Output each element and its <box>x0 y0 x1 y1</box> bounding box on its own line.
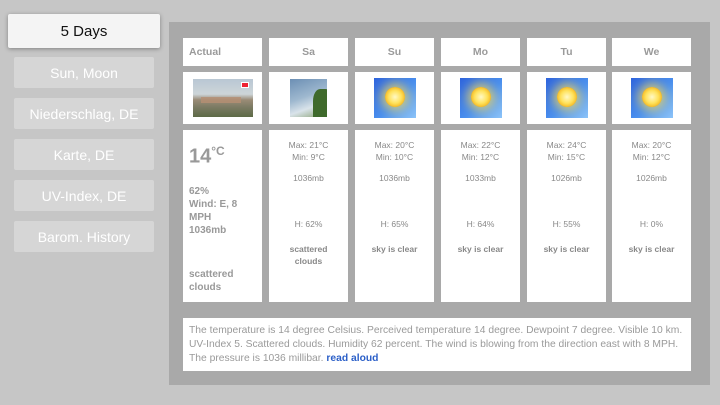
forecast-day-card: Max: 20°C Min: 12°C 1026mb H: 0% sky is c… <box>612 130 691 302</box>
sun-icon <box>545 78 588 118</box>
current-temperature: 14°C <box>189 144 256 169</box>
weather-image-cell <box>527 72 606 124</box>
weather-summary: The temperature is 14 degree Celsius. Pe… <box>183 318 691 371</box>
forecast-humidity: H: 62% <box>294 219 323 229</box>
menu-item-label: UV-Index, DE <box>41 187 127 204</box>
max-temp: Max: 21°C <box>288 140 329 150</box>
forecast-day-card: Max: 21°C Min: 9°C 1036mb H: 62% scattere… <box>269 130 348 302</box>
menu-item-label: Karte, DE <box>53 146 115 163</box>
min-temp: Min: 9°C <box>292 152 325 162</box>
max-temp: Max: 24°C <box>546 140 587 150</box>
header-day: We <box>612 38 691 66</box>
temperature-value: 14 <box>189 145 212 168</box>
current-description: clouds <box>189 282 222 293</box>
weather-image-cell <box>355 72 434 124</box>
forecast-panel: Actual Sa Su Mo Tu We 14°C 62% Wind: E, … <box>169 22 710 385</box>
forecast-humidity: H: 65% <box>380 219 409 229</box>
weather-image-cell <box>269 72 348 124</box>
forecast-pressure: 1033mb <box>465 173 496 183</box>
forecast-description: clouds <box>294 256 323 266</box>
summary-text: The temperature is 14 degree Celsius. Pe… <box>189 325 683 364</box>
forecast-pressure: 1026mb <box>551 173 582 183</box>
forecast-pressure: 1026mb <box>636 173 667 183</box>
forecast-day-card: Max: 24°C Min: 15°C 1026mb H: 55% sky is … <box>527 130 606 302</box>
min-temp: Min: 12°C <box>461 152 500 162</box>
current-humidity: 62% <box>189 185 210 197</box>
menu-item-label: Niederschlag, DE <box>29 105 139 122</box>
forecast-pressure: 1036mb <box>379 173 410 183</box>
forecast-description: sky is clear <box>371 244 418 254</box>
menu-item-barom-history[interactable]: Barom. History <box>14 221 154 252</box>
menu-item-5-days[interactable]: 5 Days <box>8 14 160 48</box>
forecast-description: sky is clear <box>457 244 504 254</box>
forecast-day-card: Max: 20°C Min: 10°C 1036mb H: 65% sky is … <box>355 130 434 302</box>
header-day: Tu <box>527 38 606 66</box>
header-day: Sa <box>269 38 348 66</box>
current-wind: Wind: E, 8 <box>189 198 238 210</box>
sun-icon <box>630 78 673 118</box>
menu-item-sun-moon[interactable]: Sun, Moon <box>14 57 154 88</box>
menu-item-uv-index[interactable]: UV-Index, DE <box>14 180 154 211</box>
current-conditions: 14°C 62% Wind: E, 8 MPH 1036mb scattered… <box>183 130 262 302</box>
min-temp: Min: 12°C <box>632 152 671 162</box>
city-photo-icon <box>192 79 253 117</box>
forecast-description: sky is clear <box>628 244 675 254</box>
min-temp: Min: 15°C <box>547 152 586 162</box>
max-temp: Max: 22°C <box>460 140 501 150</box>
forecast-humidity: H: 55% <box>552 219 581 229</box>
forecast-pressure: 1036mb <box>293 173 324 183</box>
header-day: Su <box>355 38 434 66</box>
weather-image-cell <box>441 72 520 124</box>
current-description: scattered <box>189 269 234 280</box>
menu-item-niederschlag[interactable]: Niederschlag, DE <box>14 98 154 129</box>
forecast-day-card: Max: 22°C Min: 12°C 1033mb H: 64% sky is … <box>441 130 520 302</box>
scattered-clouds-icon <box>290 79 327 117</box>
header-day: Mo <box>441 38 520 66</box>
menu-item-karte[interactable]: Karte, DE <box>14 139 154 170</box>
menu-item-label: Barom. History <box>37 228 131 245</box>
read-aloud-link[interactable]: read aloud <box>326 353 378 364</box>
current-wind-unit: MPH <box>189 211 212 223</box>
menu-item-label: 5 Days <box>60 22 108 40</box>
menu-item-label: Sun, Moon <box>50 64 118 81</box>
flag-icon <box>240 82 249 88</box>
sun-icon <box>373 78 416 118</box>
max-temp: Max: 20°C <box>374 140 415 150</box>
sun-icon <box>459 78 502 118</box>
weather-image-cell <box>612 72 691 124</box>
forecast-description: scattered <box>289 244 328 254</box>
header-actual: Actual <box>183 38 262 66</box>
max-temp: Max: 20°C <box>631 140 672 150</box>
temperature-unit: °C <box>211 144 225 158</box>
forecast-humidity: H: 64% <box>466 219 495 229</box>
min-temp: Min: 10°C <box>375 152 414 162</box>
forecast-description: sky is clear <box>543 244 590 254</box>
forecast-humidity: H: 0% <box>639 219 664 229</box>
current-image-cell <box>183 72 262 124</box>
current-pressure: 1036mb <box>189 224 227 236</box>
